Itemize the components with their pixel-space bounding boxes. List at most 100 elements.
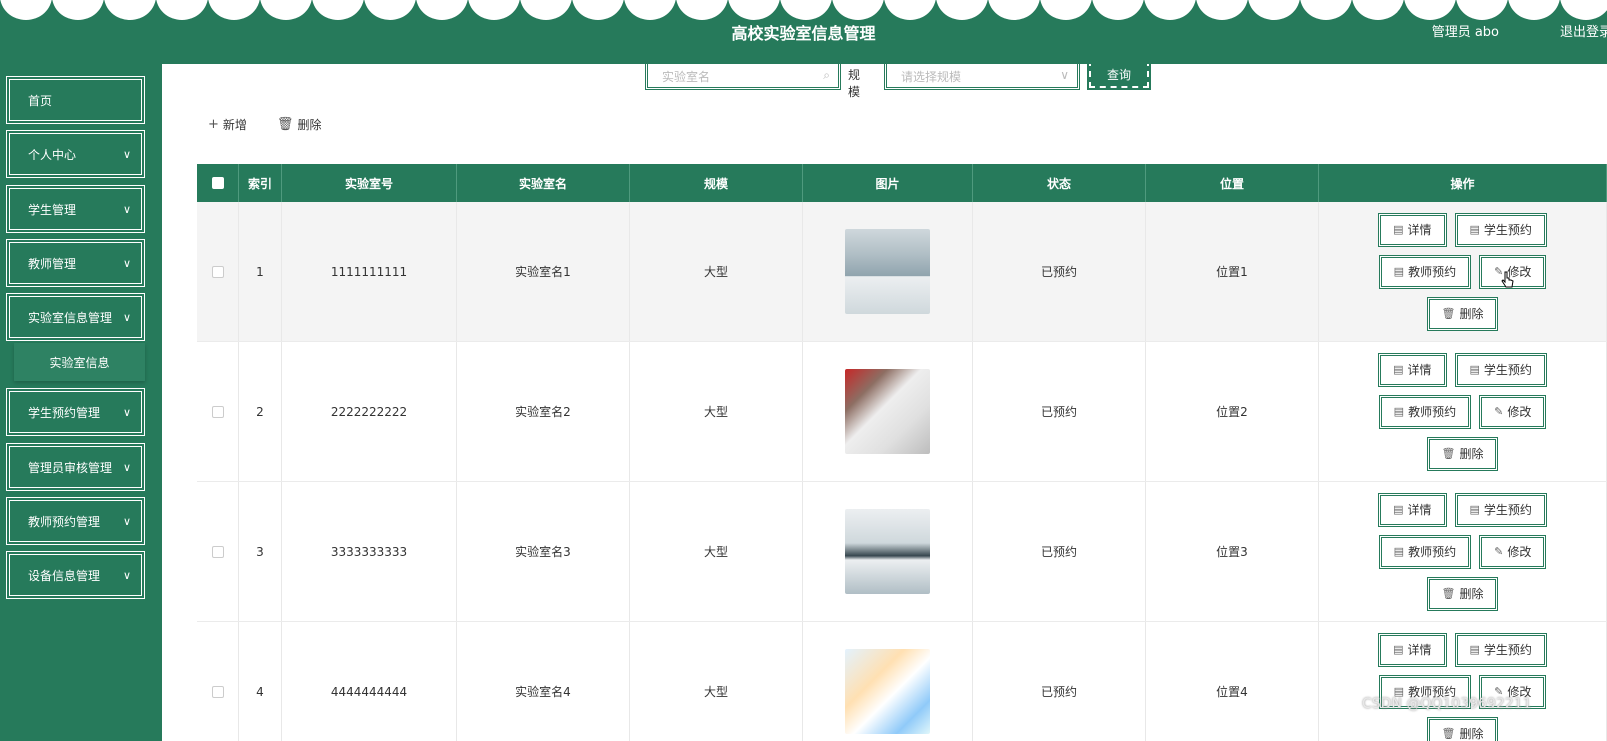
teacher-booking-button[interactable]: ▤ 教师预约: [1378, 254, 1472, 289]
sidebar-item-student-booking-management[interactable]: 学生预约管理 ∨: [6, 388, 145, 436]
lab-photo[interactable]: [845, 509, 930, 594]
edit-label: 修改: [1507, 405, 1532, 419]
watermark: CSDN @QQ1039692211: [1362, 696, 1532, 712]
add-button[interactable]: + 新增: [208, 116, 247, 133]
logout-link[interactable]: 退出登录: [1560, 21, 1607, 40]
delete-button[interactable]: 🗑︎ 删除: [1426, 296, 1499, 331]
student-booking-button[interactable]: ▤ 学生预约: [1454, 352, 1547, 387]
row-checkbox[interactable]: [211, 685, 224, 698]
edit-button[interactable]: ✎ 修改: [1479, 534, 1547, 569]
query-button[interactable]: 查询: [1087, 64, 1151, 90]
delete-label: 删除: [297, 118, 322, 132]
lab-table: 索引 实验室号 实验室名 规模 图片 状态 位置 操作 1 1111111111…: [197, 164, 1607, 741]
cell-scale: 大型: [630, 482, 803, 621]
teacher-booking-button[interactable]: ▤ 教师预约: [1378, 394, 1472, 429]
row-checkbox[interactable]: [211, 265, 224, 278]
sidebar-subitem-lab-info[interactable]: 实验室信息: [14, 343, 145, 381]
document-icon: ▤: [1469, 223, 1480, 236]
size-select[interactable]: 请选择规模 ∨: [884, 64, 1080, 90]
detail-button[interactable]: ▤ 详情: [1378, 212, 1447, 247]
cell-lab-name: 实验室名4: [457, 622, 630, 741]
detail-button[interactable]: ▤ 详情: [1378, 352, 1447, 387]
sidebar-item-lab-info-management[interactable]: 实验室信息管理 ∨: [6, 293, 145, 341]
student-booking-button[interactable]: ▤ 学生预约: [1454, 632, 1547, 667]
scallop-decoration: [0, 0, 1607, 20]
table-body: 1 1111111111 实验室名1 大型 已预约 位置1 ▤ 详情 ▤ 学生预约 …: [197, 202, 1607, 741]
lab-photo[interactable]: [845, 229, 930, 314]
teacher-booking-button[interactable]: ▤ 教师预约: [1378, 534, 1472, 569]
document-icon: ▤: [1393, 643, 1404, 656]
sidebar-item-label: 设备信息管理: [28, 568, 101, 583]
operation-buttons: ▤ 详情 ▤ 学生预约 ▤ 教师预约 ✎ 修改 🗑︎ 删除: [1363, 352, 1563, 471]
student-booking-label: 学生预约: [1483, 643, 1532, 657]
cell-scale: 大型: [630, 622, 803, 741]
column-header: 状态: [973, 164, 1146, 202]
chevron-down-icon: ∨: [122, 257, 131, 270]
sidebar-item-student-management[interactable]: 学生管理 ∨: [6, 185, 145, 233]
delete-button[interactable]: 🗑︎ 删除: [1426, 716, 1499, 741]
lab-photo[interactable]: [845, 649, 930, 734]
document-icon: ▤: [1393, 223, 1404, 236]
student-booking-button[interactable]: ▤ 学生预约: [1454, 492, 1547, 527]
teacher-booking-label: 教师预约: [1408, 405, 1457, 419]
cell-index: 2: [239, 342, 282, 481]
sidebar-item-personal-center[interactable]: 个人中心 ∨: [6, 130, 145, 178]
edit-button[interactable]: ✎ 修改: [1479, 394, 1547, 429]
delete-label: 删除: [1459, 587, 1484, 601]
add-label: 新增: [222, 118, 247, 132]
cell-image: [803, 622, 973, 741]
chevron-down-icon: ∨: [122, 515, 131, 528]
student-booking-button[interactable]: ▤ 学生预约: [1454, 212, 1547, 247]
table-row: 4 4444444444 实验室名4 大型 已预约 位置4 ▤ 详情 ▤ 学生预约 …: [197, 622, 1607, 741]
chevron-down-icon: ∨: [122, 569, 131, 582]
batch-delete-button[interactable]: 🗑︎ 删除: [277, 116, 322, 133]
top-header: 高校实验室信息管理 管理员 abo 退出登录: [0, 0, 1607, 64]
sidebar-item-label: 学生预约管理: [28, 405, 101, 420]
detail-button[interactable]: ▤ 详情: [1378, 492, 1447, 527]
cell-location: 位置3: [1146, 482, 1319, 621]
sidebar-item-label: 管理员审核管理: [28, 460, 113, 475]
column-header: 索引: [239, 164, 282, 202]
lab-name-search-input[interactable]: 实验室名 ⌕: [645, 64, 841, 90]
column-header: 规模: [630, 164, 803, 202]
cell-lab-name: 实验室名1: [457, 202, 630, 341]
chevron-down-icon: ∨: [122, 311, 131, 324]
sidebar-item-equipment-management[interactable]: 设备信息管理 ∨: [6, 551, 145, 599]
chevron-down-icon: ∨: [122, 148, 131, 161]
pencil-icon: ✎: [1494, 545, 1504, 558]
row-checkbox[interactable]: [211, 545, 224, 558]
cell-image: [803, 482, 973, 621]
column-header: 操作: [1319, 164, 1607, 202]
cell-status: 已预约: [973, 482, 1146, 621]
cell-image: [803, 342, 973, 481]
trash-icon: 🗑︎: [1441, 727, 1456, 740]
lab-photo[interactable]: [845, 369, 930, 454]
document-icon: ▤: [1393, 503, 1404, 516]
cell-status: 已预约: [973, 622, 1146, 741]
cell-status: 已预约: [973, 202, 1146, 341]
delete-button[interactable]: 🗑︎ 删除: [1426, 576, 1499, 611]
detail-button[interactable]: ▤ 详情: [1378, 632, 1447, 667]
sidebar-item-label: 首页: [28, 93, 53, 108]
student-booking-label: 学生预约: [1483, 503, 1532, 517]
select-all-checkbox[interactable]: [211, 177, 224, 189]
delete-button[interactable]: 🗑︎ 删除: [1426, 436, 1499, 471]
row-select-cell: [197, 482, 239, 621]
cell-operations: ▤ 详情 ▤ 学生预约 ▤ 教师预约 ✎ 修改 🗑︎ 删除: [1319, 482, 1607, 621]
sidebar-item-home[interactable]: 首页: [6, 76, 145, 124]
current-user: 管理员 abo: [1431, 25, 1499, 40]
size-placeholder: 请选择规模: [901, 70, 962, 84]
cell-index: 4: [239, 622, 282, 741]
chevron-down-icon: ∨: [122, 203, 131, 216]
row-checkbox[interactable]: [211, 405, 224, 418]
cell-location: 位置4: [1146, 622, 1319, 741]
sidebar-item-teacher-management[interactable]: 教师管理 ∨: [6, 239, 145, 287]
sidebar-item-label: 学生管理: [28, 202, 77, 217]
plus-icon: +: [208, 117, 219, 132]
table-row: 1 1111111111 实验室名1 大型 已预约 位置1 ▤ 详情 ▤ 学生预约 …: [197, 202, 1607, 342]
select-all-cell: [197, 164, 239, 202]
sidebar: 首页 个人中心 ∨ 学生管理 ∨ 教师管理 ∨ 实验室信息管理 ∨ 实验室信息 …: [0, 64, 162, 741]
sidebar-item-teacher-booking-management[interactable]: 教师预约管理 ∨: [6, 497, 145, 545]
sidebar-item-admin-review-management[interactable]: 管理员审核管理 ∨: [6, 443, 145, 491]
cell-status: 已预约: [973, 342, 1146, 481]
